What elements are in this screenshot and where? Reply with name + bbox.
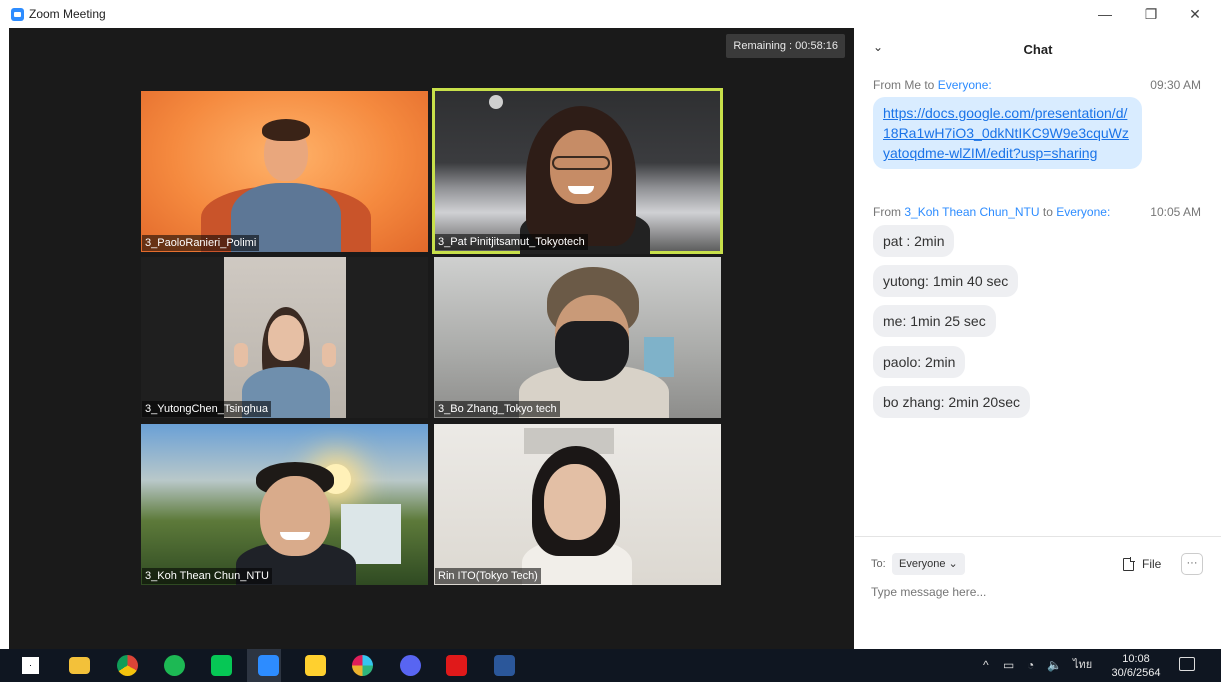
participant-video-tile[interactable]: 3_YutongChen_Tsinghua — [141, 257, 428, 418]
discord-icon[interactable] — [400, 655, 421, 676]
taskbar: ^ ▭ ◔ 🔈 ไทย 10:08 30/6/2564 — [0, 649, 1221, 682]
miro-icon[interactable] — [305, 655, 326, 676]
participant-video-tile[interactable]: 3_Koh Thean Chun_NTU — [141, 424, 428, 585]
participant-video-tile[interactable]: 3_PaoloRanieri_Polimi — [141, 91, 428, 252]
clock[interactable]: 10:08 30/6/2564 — [1106, 652, 1166, 680]
notification-center-icon[interactable] — [1179, 657, 1195, 671]
participant-name: 3_Pat Pinitjitsamut_Tokyotech — [435, 234, 588, 250]
chat-message: me: 1min 25 sec — [873, 305, 996, 337]
wifi-icon[interactable]: ◔ — [1027, 649, 1034, 682]
chrome-icon[interactable] — [117, 655, 138, 676]
zoom-logo-icon — [11, 7, 24, 21]
word-icon[interactable] — [494, 655, 515, 676]
participant-name: 3_Koh Thean Chun_NTU — [142, 568, 272, 584]
chevron-down-icon[interactable]: ⌄ — [873, 40, 883, 54]
message-meta: From Me to Everyone: 09:30 AM — [873, 78, 1201, 92]
more-options-button[interactable]: ··· — [1181, 553, 1203, 575]
spotify-icon[interactable] — [164, 655, 185, 676]
chat-message: yutong: 1min 40 sec — [873, 265, 1019, 297]
moon — [489, 95, 503, 109]
recipient-dropdown[interactable]: Everyone ⌄ — [892, 553, 965, 575]
chat-message: pat : 2min — [873, 225, 955, 257]
file-button[interactable]: File — [1123, 553, 1161, 575]
language-indicator[interactable]: ไทย — [1073, 649, 1092, 682]
participant-name: 3_PaoloRanieri_Polimi — [142, 235, 260, 251]
message-input[interactable] — [871, 585, 1171, 599]
chat-header: ⌄ Chat — [855, 28, 1221, 70]
to-label: To: — [871, 558, 886, 570]
chat-title: Chat — [1023, 41, 1053, 57]
slack-icon[interactable] — [352, 655, 373, 676]
chat-link-message[interactable]: https://docs.google.com/presentation/d/1… — [873, 97, 1142, 169]
chat-message: paolo: 2min — [873, 346, 966, 378]
message-meta: From 3_Koh Thean Chun_NTU to Everyone: 1… — [873, 205, 1201, 219]
participant-video-tile-active[interactable]: 3_Pat Pinitjitsamut_Tokyotech — [432, 88, 723, 254]
windows-start-icon[interactable] — [22, 657, 39, 674]
video-gallery: Remaining : 00:58:16 3_PaoloRanieri_Poli… — [9, 28, 854, 649]
file-explorer-icon[interactable] — [69, 657, 90, 674]
participant-name: 3_YutongChen_Tsinghua — [142, 401, 271, 417]
zoom-icon[interactable] — [258, 655, 279, 676]
participant-name: 3_Bo Zhang_Tokyo tech — [435, 401, 560, 417]
line-icon[interactable] — [211, 655, 232, 676]
window-title: Zoom Meeting — [29, 7, 106, 21]
participant-name: Rin ITO(Tokyo Tech) — [435, 568, 541, 584]
title-bar: Zoom Meeting — ❐ ✕ — [0, 0, 1221, 28]
battery-icon[interactable]: ▭ — [1003, 649, 1014, 682]
remaining-time: Remaining : 00:58:16 — [726, 34, 845, 58]
chat-panel: ⌄ Chat From Me to Everyone: 09:30 AM htt… — [855, 28, 1221, 649]
participant-video-tile[interactable]: Rin ITO(Tokyo Tech) — [434, 424, 721, 585]
acrobat-icon[interactable] — [446, 655, 467, 676]
file-icon — [1123, 556, 1135, 571]
restore-button[interactable]: ❐ — [1129, 0, 1173, 28]
chat-composer: To: Everyone ⌄ File ··· — [855, 536, 1221, 649]
chat-message: bo zhang: 2min 20sec — [873, 386, 1030, 418]
volume-icon[interactable]: 🔈 — [1047, 649, 1062, 682]
close-button[interactable]: ✕ — [1173, 0, 1217, 28]
show-hidden-icons-icon[interactable]: ^ — [983, 649, 989, 682]
participant-video-tile[interactable]: 3_Bo Zhang_Tokyo tech — [434, 257, 721, 418]
minimize-button[interactable]: — — [1083, 0, 1127, 28]
